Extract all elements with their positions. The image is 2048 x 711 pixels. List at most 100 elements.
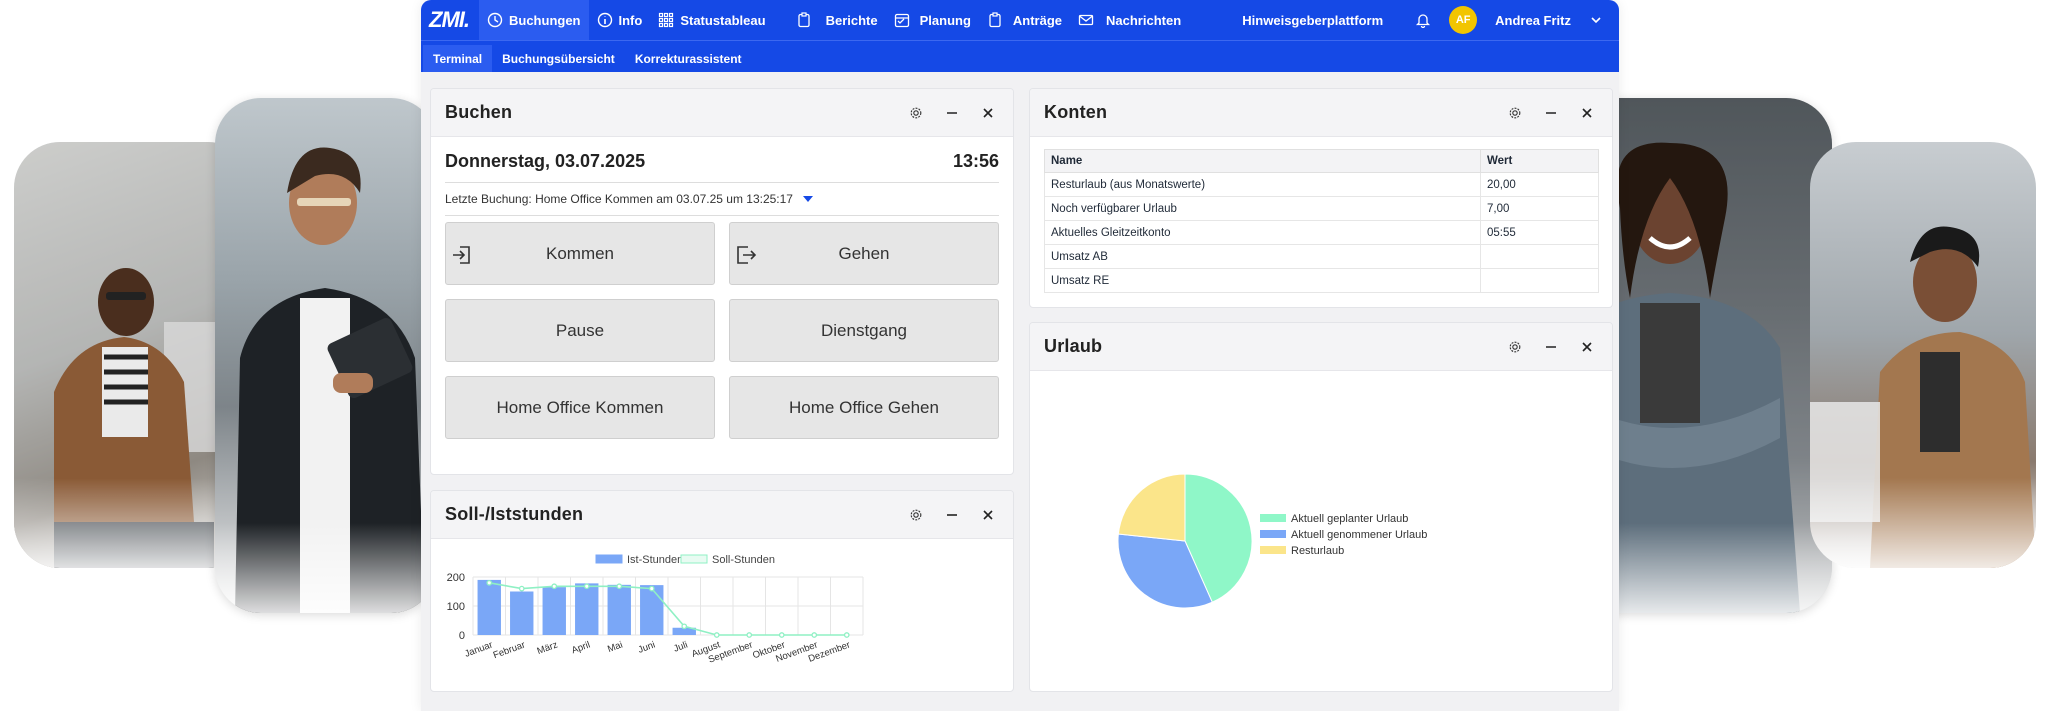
y-tick-label: 100 — [447, 601, 465, 613]
dienstgang-button[interactable]: Dienstgang — [729, 299, 999, 362]
nav-statustableau[interactable]: Statustableau — [650, 0, 773, 40]
gear-icon[interactable] — [905, 504, 927, 526]
current-time: 13:56 — [952, 151, 999, 171]
nav-berichte[interactable]: Berichte — [788, 0, 886, 40]
mail-icon — [1078, 14, 1094, 26]
close-icon[interactable] — [977, 102, 999, 124]
cell-name: Resturlaub (aus Monatswerte) — [1044, 172, 1481, 197]
calendar-icon — [894, 13, 909, 28]
minimize-icon[interactable] — [941, 504, 963, 526]
home-office-gehen-button[interactable]: Home Office Gehen — [729, 376, 999, 439]
legend-label: Aktuell geplanter Urlaub — [1291, 513, 1408, 525]
zmi-logo[interactable]: ZMI. — [421, 7, 479, 33]
x-tick-label: März — [536, 639, 560, 657]
button-label: Gehen — [838, 243, 890, 263]
cell-name: Aktuelles Gleitzeitkonto — [1044, 220, 1481, 245]
tab-terminal[interactable]: Terminal — [423, 45, 493, 72]
minimize-icon[interactable] — [941, 102, 963, 124]
bar — [640, 585, 664, 635]
top-navigation-bar: ZMI. Buchungen Info Statustableau Berich… — [421, 0, 1619, 40]
close-icon[interactable] — [977, 504, 999, 526]
cell-name: Umsatz AB — [1044, 244, 1481, 269]
last-booking-row[interactable]: Letzte Buchung: Home Office Kommen am 03… — [445, 182, 999, 216]
avatar[interactable]: AF — [1449, 6, 1478, 34]
kommen-button[interactable]: Kommen — [445, 222, 715, 285]
urlaub-pie-chart: Aktuell geplanter Urlaub Aktuell genommen… — [1117, 473, 1427, 609]
nav-info[interactable]: Info — [589, 0, 651, 40]
soll-point — [551, 583, 558, 590]
cell-name: Noch verfügbarer Urlaub — [1044, 196, 1481, 221]
info-icon — [597, 12, 612, 28]
soll-point — [486, 579, 493, 586]
home-office-kommen-button[interactable]: Home Office Kommen — [445, 376, 715, 439]
panel-title: Soll-/Iststunden — [445, 504, 584, 524]
nav-antraege[interactable]: Anträge — [979, 0, 1070, 40]
nav-label: Info — [618, 12, 643, 28]
gear-icon[interactable] — [1504, 102, 1526, 124]
panel-controls — [1504, 336, 1598, 358]
nav-buchungen[interactable]: Buchungen — [479, 0, 589, 40]
panel-header: Soll-/Iststunden — [431, 491, 1013, 539]
tab-buchungsuebersicht[interactable]: Buchungsübersicht — [492, 45, 625, 72]
chevron-down-icon[interactable] — [1589, 13, 1603, 27]
panel-header: Konten — [1030, 89, 1612, 137]
nav-planung[interactable]: Planung — [886, 0, 979, 40]
cell-value: 20,00 — [1480, 172, 1599, 197]
table-row[interactable]: Umsatz RE — [1044, 268, 1599, 293]
soll-ist-panel: Soll-/Iststunden Ist-Stunden Soll-Stunden… — [430, 490, 1014, 692]
tab-korrekturassistent[interactable]: Korrekturassistent — [625, 45, 752, 72]
legend-swatch — [1260, 546, 1286, 554]
column-header-name[interactable]: Name — [1044, 149, 1481, 173]
gear-icon[interactable] — [905, 102, 927, 124]
current-date: Donnerstag, 03.07.2025 — [445, 151, 646, 171]
x-tick-label: Juni — [637, 639, 657, 655]
table-row[interactable]: Aktuelles Gleitzeitkonto 05:55 — [1044, 220, 1599, 245]
soll-point — [746, 632, 753, 638]
table-row[interactable]: Umsatz AB — [1044, 244, 1599, 269]
cell-name: Umsatz RE — [1044, 268, 1481, 293]
nav-nachrichten[interactable]: Nachrichten — [1070, 0, 1189, 40]
hinweisgeber-link[interactable]: Hinweisgeberplattform — [1242, 13, 1383, 28]
soll-point — [843, 632, 850, 638]
cell-value: 05:55 — [1480, 220, 1599, 245]
legend-label: Soll-Stunden — [712, 554, 775, 566]
date-time-row: Donnerstag, 03.07.2025 13:56 — [431, 137, 1013, 182]
close-icon[interactable] — [1576, 336, 1598, 358]
minimize-icon[interactable] — [1540, 336, 1562, 358]
soll-point — [518, 585, 525, 592]
nav-label: Planung — [919, 12, 971, 28]
gear-icon[interactable] — [1504, 336, 1526, 358]
close-icon[interactable] — [1576, 102, 1598, 124]
soll-point — [778, 632, 785, 638]
legend-swatch — [680, 554, 708, 564]
nav-label: Buchungen — [509, 12, 581, 28]
legend-swatch — [1260, 530, 1286, 538]
x-tick-label: April — [570, 639, 592, 656]
minimize-icon[interactable] — [1540, 102, 1562, 124]
pause-button[interactable]: Pause — [445, 299, 715, 362]
legend-label: Resturlaub — [1291, 545, 1344, 557]
x-tick-label: Mai — [606, 639, 624, 655]
nav-right-group: Hinweisgeberplattform AF Andrea Fritz — [1242, 6, 1619, 34]
caret-down-icon[interactable] — [802, 196, 813, 202]
bell-icon[interactable] — [1415, 12, 1431, 28]
photo-card-right-back — [1810, 142, 2036, 568]
column-header-wert[interactable]: Wert — [1480, 149, 1599, 173]
table-row[interactable]: Noch verfügbarer Urlaub 7,00 — [1044, 196, 1599, 221]
x-tick-label: Februar — [492, 639, 527, 661]
button-label: Kommen — [545, 243, 615, 263]
user-name[interactable]: Andrea Fritz — [1495, 13, 1571, 28]
app-window: ZMI. Buchungen Info Statustableau Berich… — [421, 0, 1619, 711]
panel-header: Urlaub — [1030, 323, 1612, 371]
panel-title: Urlaub — [1044, 336, 1103, 356]
legend-swatch — [595, 554, 623, 564]
table-header-row: Name Wert — [1044, 149, 1599, 173]
nav-label: Nachrichten — [1106, 12, 1182, 28]
gehen-button[interactable]: Gehen — [729, 222, 999, 285]
konten-table: Name Wert Resturlaub (aus Monatswerte) 20… — [1044, 149, 1599, 293]
x-tick-label: Januar — [463, 639, 494, 659]
soll-point — [713, 632, 720, 638]
panel-controls — [905, 102, 999, 124]
table-row[interactable]: Resturlaub (aus Monatswerte) 20,00 — [1044, 172, 1599, 197]
soll-ist-bar-chart: Ist-Stunden Soll-Stunden 0 100 200 JanuarFebr… — [447, 554, 864, 666]
